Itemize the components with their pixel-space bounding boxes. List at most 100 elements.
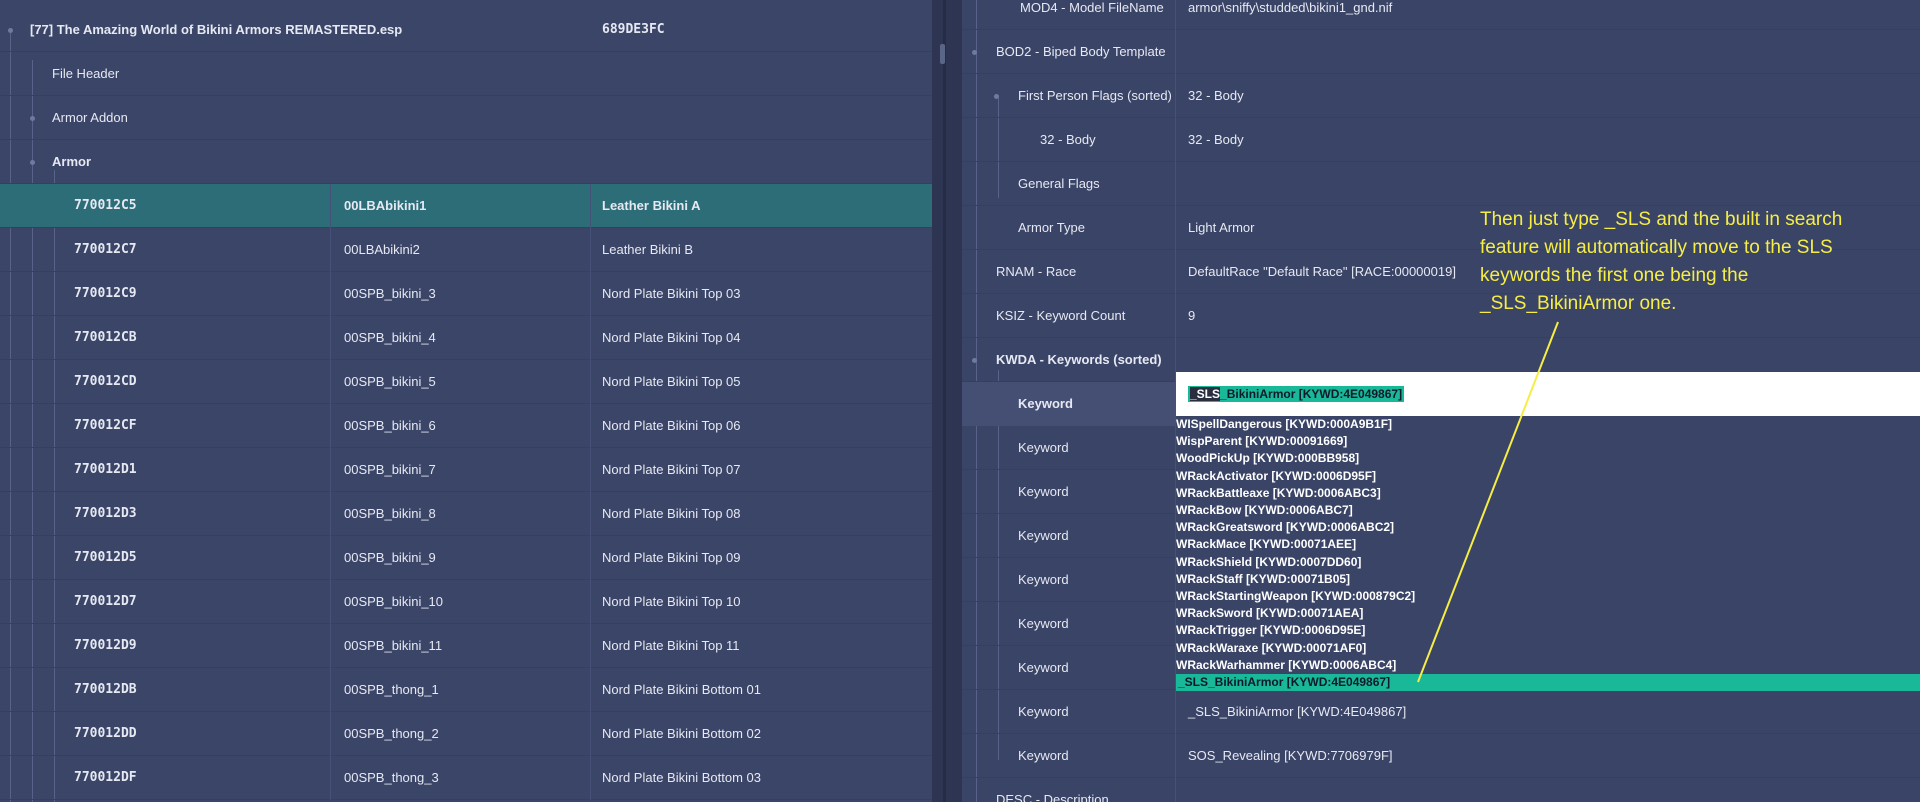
subrecord-row[interactable]: First Person Flags (sorted) 32 - Body (962, 74, 1920, 118)
record-editor-id: 00LBAbikini2 (344, 242, 420, 257)
record-row[interactable]: 770012CF 00SPB_bikini_6 Nord Plate Bikini … (0, 404, 932, 448)
dropdown-item[interactable]: WoodPickUp [KYWD:000BB958] (1176, 450, 1359, 467)
subrecord-row[interactable]: Keyword SOS_Revealing [KYWD:7706979F] (962, 734, 1920, 778)
autocomplete-text: _BikiniArmor [KYWD:4E049867] (1220, 387, 1403, 401)
record-row[interactable]: 770012D9 00SPB_bikini_11 Nord Plate Bikini… (0, 624, 932, 668)
group-label: Armor Addon (52, 110, 128, 125)
panel-splitter[interactable] (932, 0, 962, 802)
record-row[interactable]: 770012C9 00SPB_bikini_3 Nord Plate Bikini … (0, 272, 932, 316)
subrecord-value: _SLS_BikiniArmor [KYWD:4E049867] (1188, 704, 1407, 719)
subrecord-label: General Flags (1018, 176, 1100, 191)
column-separator (590, 360, 591, 404)
subrecord-row[interactable]: BOD2 - Biped Body Template (962, 30, 1920, 74)
record-row[interactable]: 770012C7 00LBAbikini2 Leather Bikini B (0, 228, 932, 272)
record-formid: 770012CD (74, 374, 137, 389)
column-separator (330, 184, 331, 228)
dropdown-item-selected[interactable]: _SLS_BikiniArmor [KYWD:4E049867] (1176, 674, 1920, 691)
subrecord-value: 9 (1188, 308, 1196, 323)
record-formid: 770012D7 (74, 594, 137, 609)
record-row[interactable]: 770012DD 00SPB_thong_2 Nord Plate Bikini B… (0, 712, 932, 756)
record-editor-id: 00LBAbikini1 (344, 198, 427, 213)
dropdown-item[interactable]: WRackSword [KYWD:00071AEA] (1176, 605, 1363, 622)
subrecord-value: armor\sniffy\studded\bikini1_gnd.nif (1188, 0, 1393, 15)
typed-text: _SLS (1190, 387, 1221, 401)
expand-icon[interactable] (994, 94, 999, 99)
dropdown-item[interactable]: WRackGreatsword [KYWD:0006ABC2] (1176, 519, 1394, 536)
column-separator (330, 624, 331, 668)
record-row[interactable]: 770012C5 00LBAbikini1 Leather Bikini A (0, 184, 932, 228)
record-formid: 770012CF (74, 418, 137, 433)
dropdown-item[interactable]: WRackStartingWeapon [KYWD:000879C2] (1176, 588, 1415, 605)
dropdown-item[interactable]: WRackStaff [KYWD:00071B05] (1176, 571, 1350, 588)
column-separator (330, 536, 331, 580)
record-row[interactable]: 770012CB 00SPB_bikini_4 Nord Plate Bikini … (0, 316, 932, 360)
record-name: Nord Plate Bikini Top 07 (602, 462, 741, 477)
dropdown-item[interactable]: WRackBow [KYWD:0006ABC7] (1176, 502, 1353, 519)
group-row-file-header[interactable]: File Header (0, 52, 932, 96)
subrecord-row[interactable]: Keyword _SLS_BikiniArmor [KYWD:4E049867] (962, 690, 1920, 734)
plugin-row[interactable]: [77] The Amazing World of Bikini Armors … (0, 8, 932, 52)
column-separator (330, 316, 331, 360)
column-separator (590, 492, 591, 536)
record-row[interactable]: 770012D1 00SPB_bikini_7 Nord Plate Bikini … (0, 448, 932, 492)
record-row[interactable]: 770012DB 00SPB_thong_1 Nord Plate Bikini B… (0, 668, 932, 712)
record-row[interactable]: 770012CD 00SPB_bikini_5 Nord Plate Bikini … (0, 360, 932, 404)
record-name: Nord Plate Bikini Bottom 02 (602, 726, 761, 741)
record-name: Nord Plate Bikini Top 10 (602, 594, 741, 609)
record-name: Nord Plate Bikini Top 03 (602, 286, 741, 301)
dropdown-item[interactable]: WRackBattleaxe [KYWD:0006ABC3] (1176, 485, 1381, 502)
dropdown-item[interactable]: WRackActivator [KYWD:0006D95F] (1176, 468, 1376, 485)
group-row-armor[interactable]: Armor (0, 140, 932, 184)
expand-icon[interactable] (972, 358, 977, 363)
subrecord-label: KWDA - Keywords (sorted) (996, 352, 1162, 367)
record-formid: 770012D1 (74, 462, 137, 477)
dropdown-item[interactable]: WRackMace [KYWD:00071AEE] (1176, 536, 1356, 553)
column-separator (590, 712, 591, 756)
column-separator (330, 360, 331, 404)
record-row[interactable]: 770012DF 00SPB_thong_3 Nord Plate Bikini B… (0, 756, 932, 800)
column-separator (590, 228, 591, 272)
dropdown-item[interactable]: WispParent [KYWD:00091669] (1176, 433, 1347, 450)
record-editor-id: 00SPB_bikini_4 (344, 330, 436, 345)
record-row[interactable]: 770012D7 00SPB_bikini_10 Nord Plate Bikini… (0, 580, 932, 624)
column-separator (590, 184, 591, 228)
column-separator (590, 272, 591, 316)
record-name: Nord Plate Bikini Top 09 (602, 550, 741, 565)
expand-icon[interactable] (30, 116, 35, 121)
group-row-armor-addon[interactable]: Armor Addon (0, 96, 932, 140)
dropdown-item[interactable]: WRackShield [KYWD:0007DD60] (1176, 554, 1361, 571)
dropdown-item[interactable]: WRackTrigger [KYWD:0006D95E] (1176, 622, 1365, 639)
record-formid: 770012C9 (74, 286, 137, 301)
record-row[interactable]: 770012D5 00SPB_bikini_9 Nord Plate Bikini … (0, 536, 932, 580)
dropdown-item[interactable]: WRackWarhammer [KYWD:0006ABC4] (1176, 657, 1396, 674)
record-formid: 770012DF (74, 770, 137, 785)
column-separator (590, 316, 591, 360)
subrecord-row[interactable]: 32 - Body 32 - Body (962, 118, 1920, 162)
record-editor-id: 00SPB_bikini_8 (344, 506, 436, 521)
keyword-edit-text[interactable]: _SLS_BikiniArmor [KYWD:4E049867] (1188, 386, 1405, 402)
subrecord-label: Armor Type (1018, 220, 1085, 235)
record-name: Nord Plate Bikini Top 08 (602, 506, 741, 521)
splitter-line (943, 0, 946, 802)
record-name: Nord Plate Bikini Top 04 (602, 330, 741, 345)
expand-icon[interactable] (8, 28, 13, 33)
expand-icon[interactable] (30, 160, 35, 165)
subrecord-row[interactable]: MOD4 - Model FileName armor\sniffy\studde… (962, 0, 1920, 30)
expand-icon[interactable] (972, 50, 977, 55)
dropdown-item[interactable]: WISpellDangerous [KYWD:000A9B1F] (1176, 416, 1392, 433)
record-formid: 770012C5 (74, 198, 137, 213)
subrecord-label: Keyword (1018, 748, 1069, 763)
scrollbar-thumb[interactable] (940, 44, 945, 64)
subrecord-row[interactable]: DESC - Description (962, 778, 1920, 802)
column-separator (330, 668, 331, 712)
record-editor-id: 00SPB_bikini_3 (344, 286, 436, 301)
subrecord-row[interactable]: General Flags (962, 162, 1920, 206)
column-separator (590, 756, 591, 800)
column-separator (330, 712, 331, 756)
subrecord-value: 32 - Body (1188, 132, 1244, 147)
record-formid: 770012D3 (74, 506, 137, 521)
record-editor-id: 00SPB_bikini_7 (344, 462, 436, 477)
record-row[interactable]: 770012D3 00SPB_bikini_8 Nord Plate Bikini … (0, 492, 932, 536)
dropdown-item[interactable]: WRackWaraxe [KYWD:00071AF0] (1176, 640, 1366, 657)
column-separator (590, 624, 591, 668)
